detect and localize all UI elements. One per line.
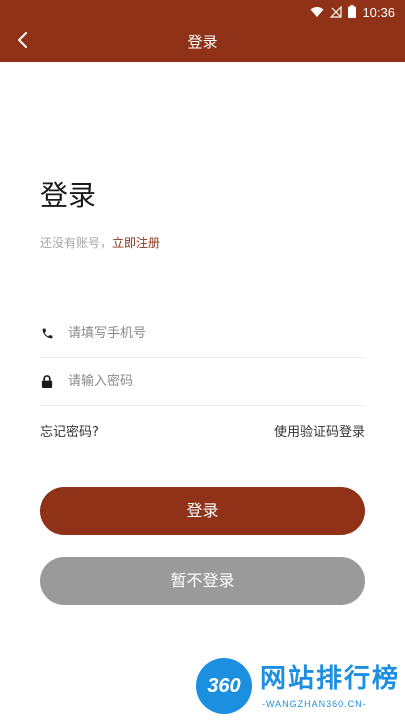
register-link[interactable]: 立即注册 (112, 236, 160, 250)
page-title: 登录 (40, 179, 97, 212)
app-bar-title: 登录 (187, 33, 218, 51)
password-input[interactable] (68, 366, 348, 397)
app-bar: 登录 (0, 22, 405, 62)
sms-login-link[interactable]: 使用验证码登录 (274, 423, 365, 443)
watermark-subtitle: -WANGZHAN360.CN- (262, 699, 367, 709)
no-account-text: 还没有账号， (40, 236, 113, 250)
auth-links-row: 忘记密码? 使用验证码登录 (40, 423, 365, 443)
register-prompt: 还没有账号，立即注册 (40, 234, 160, 252)
lock-icon (40, 375, 54, 389)
status-bar: 10:36 (0, 0, 405, 22)
no-signal-icon (330, 3, 343, 22)
status-icons: 10:36 (310, 3, 395, 22)
skip-login-button[interactable]: 暂不登录 (40, 557, 365, 605)
forgot-password-link[interactable]: 忘记密码? (40, 423, 99, 443)
watermark-title: 网站排行榜 (260, 664, 401, 694)
wifi-icon (310, 3, 324, 22)
password-field (40, 358, 365, 406)
status-time: 10:36 (362, 4, 395, 20)
watermark-logo: 360 (196, 658, 252, 714)
login-button[interactable]: 登录 (40, 487, 365, 535)
watermark: 360 网站排行榜 -WANGZHAN360.CN- (190, 654, 405, 720)
phone-input[interactable] (68, 318, 348, 349)
phone-field (40, 310, 365, 358)
phone-icon (40, 327, 54, 341)
battery-icon (348, 3, 357, 22)
